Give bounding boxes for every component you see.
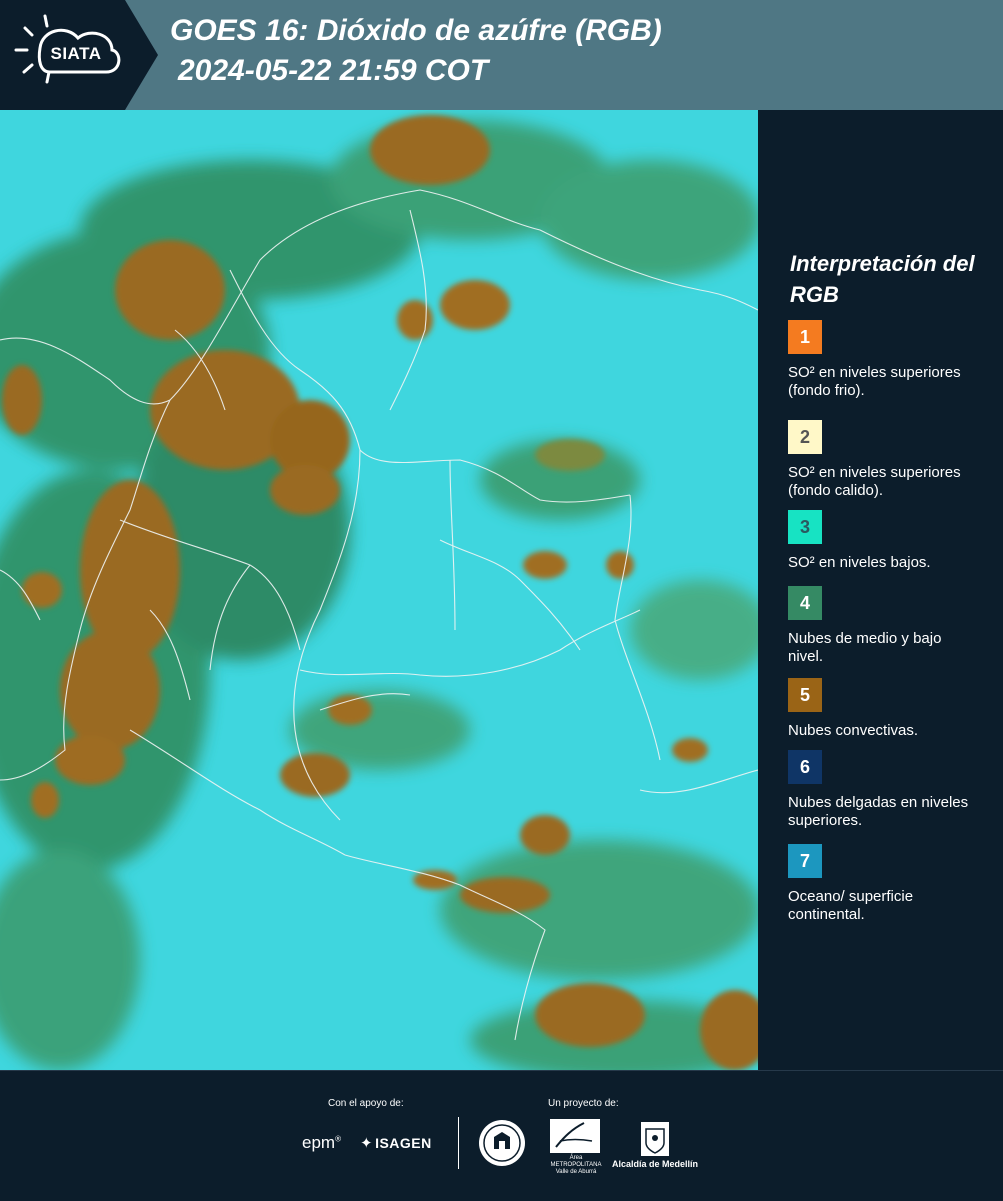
- legend-item-4: 4 Nubes de medio y bajo nivel.: [788, 586, 993, 666]
- isagen-logo-text: ISAGEN: [375, 1135, 432, 1151]
- legend-swatch-2: 2: [788, 420, 822, 454]
- legend-swatch-3: 3: [788, 510, 822, 544]
- epm-logo: epm®: [302, 1133, 341, 1152]
- legend-number-6: 6: [799, 756, 810, 777]
- page-title: GOES 16: Dióxido de azúfre (RGB): [170, 14, 662, 47]
- legend-item-3: 3 SO² en niveles bajos.: [788, 510, 993, 572]
- epm-logo-text: epm: [302, 1133, 336, 1152]
- legend-label-1: SO² en niveles superiores (fondo frio).: [788, 364, 961, 399]
- legend-item-1: 1 SO² en niveles superiores (fondo frio)…: [788, 320, 993, 400]
- legend-label-6: Nubes delgadas en niveles superiores.: [788, 794, 969, 829]
- legend-item-2: 2 SO² en niveles superiores (fondo calid…: [788, 420, 993, 500]
- legend-label-2: SO² en niveles superiores (fondo calido)…: [788, 464, 961, 499]
- legend-label-4: Nubes de medio y bajo nivel.: [788, 630, 942, 665]
- siata-logo-text: SIATA: [50, 44, 102, 63]
- legend-number-2: 2: [799, 426, 810, 447]
- legend-item-7: 7 Oceano/ superficie continental.: [788, 844, 993, 924]
- satellite-map[interactable]: [0, 110, 758, 1070]
- legend-panel: Interpretación del RGB 1 SO² en niveles …: [758, 110, 1003, 1070]
- legend-swatch-5: 5: [788, 678, 822, 712]
- area-logo-sub: METROPOLITANA Valle de Aburrá: [550, 1162, 602, 1175]
- area-metropolitana-text: Área METROPOLITANA Valle de Aburrá: [550, 1155, 602, 1176]
- legend-item-6: 6 Nubes delgadas en niveles superiores.: [788, 750, 993, 830]
- medellin-shield-icon: [641, 1122, 669, 1156]
- legend-label-7: Oceano/ superficie continental.: [788, 888, 914, 923]
- legend-number-1: 1: [799, 326, 810, 347]
- footer: Con el apoyo de: Un proyecto de: epm® ✦ I…: [0, 1070, 1003, 1201]
- medellin-seal-icon: [479, 1120, 525, 1166]
- legend-label-3: SO² en niveles bajos.: [788, 554, 931, 571]
- page-timestamp: 2024-05-22 21:59 COT: [178, 54, 489, 87]
- siata-logo: SIATA: [0, 0, 160, 110]
- header-bar: SIATA GOES 16: Dióxido de azúfre (RGB) 2…: [0, 0, 1003, 110]
- legend-swatch-6: 6: [788, 750, 822, 784]
- support-caption: Con el apoyo de:: [328, 1098, 404, 1109]
- legend-number-5: 5: [799, 684, 810, 705]
- legend-number-3: 3: [799, 516, 810, 537]
- legend-item-5: 5 Nubes convectivas.: [788, 678, 993, 740]
- isagen-logo: ✦ ISAGEN: [360, 1134, 432, 1152]
- legend-swatch-1: 1: [788, 320, 822, 354]
- area-logo-name: Área: [569, 1155, 583, 1161]
- project-caption: Un proyecto de:: [548, 1098, 619, 1109]
- alcaldia-medellin-text: Alcaldía de Medellín: [612, 1159, 699, 1169]
- legend-number-7: 7: [799, 850, 810, 871]
- legend-swatch-7: 7: [788, 844, 822, 878]
- legend-title: Interpretación del RGB: [790, 251, 975, 307]
- legend-label-5: Nubes convectivas.: [788, 722, 919, 739]
- legend-number-4: 4: [799, 592, 810, 613]
- legend-swatch-4: 4: [788, 586, 822, 620]
- footer-divider: [458, 1117, 459, 1169]
- satellite-image: [0, 110, 758, 1070]
- isagen-mark-icon: ✦: [360, 1135, 374, 1152]
